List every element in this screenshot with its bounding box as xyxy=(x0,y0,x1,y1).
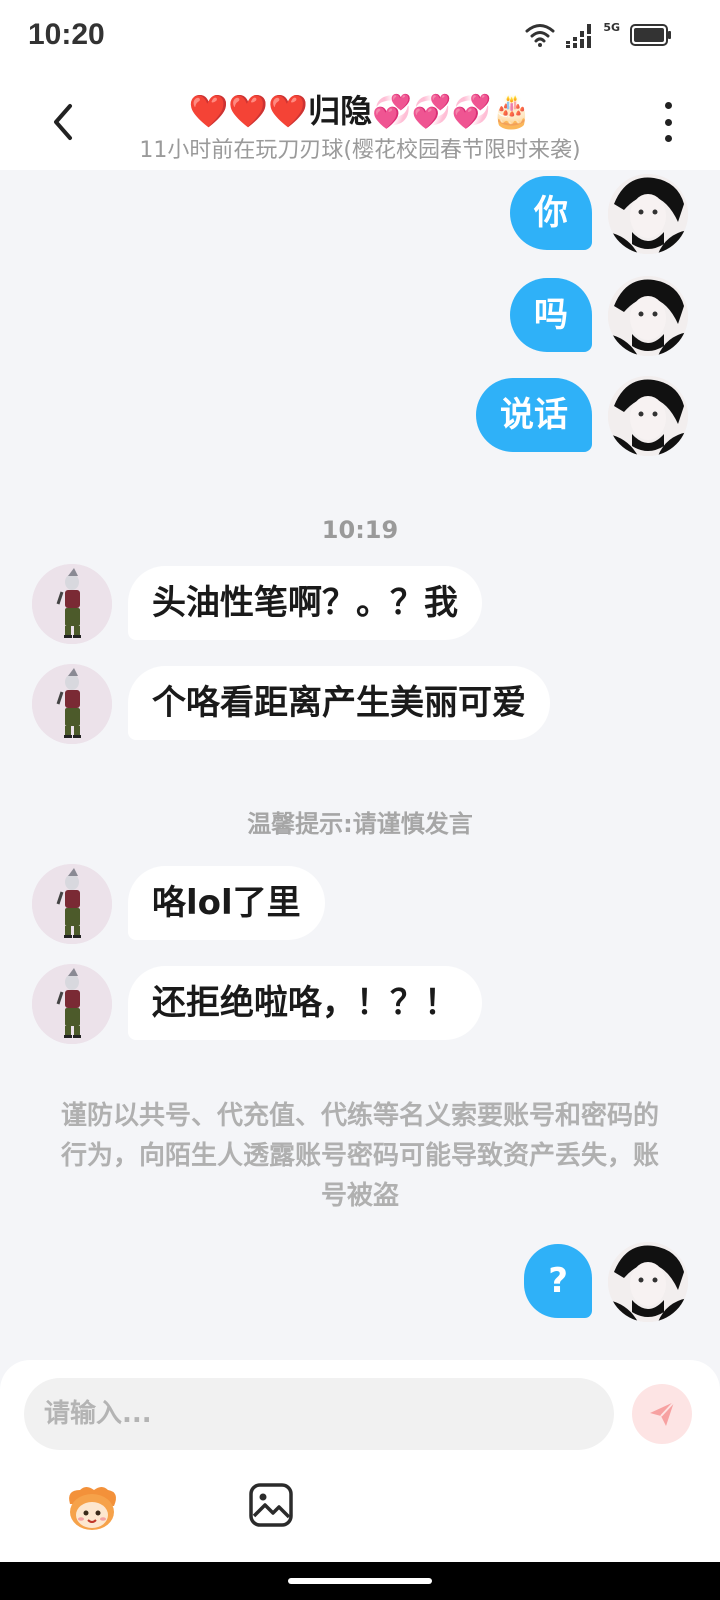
self-avatar[interactable] xyxy=(608,376,688,456)
message-bubble[interactable]: 还拒绝啦咯，！？！ xyxy=(128,966,482,1040)
chat-header: ❤️❤️❤️归隐💞💞💞🎂 11小时前在玩刀刃球(樱花校园春节限时来袭) xyxy=(0,76,720,170)
contact-avatar[interactable] xyxy=(32,664,112,744)
emoji-button[interactable] xyxy=(62,1484,122,1532)
avatar-image xyxy=(608,1242,688,1322)
more-vertical-icon xyxy=(664,102,672,109)
send-icon xyxy=(650,1401,675,1426)
message-bubble[interactable]: 咯lol了里 xyxy=(128,866,325,940)
avatar-image xyxy=(32,664,112,744)
status-icons: 5G xyxy=(525,20,672,48)
contact-avatar[interactable] xyxy=(32,564,112,644)
chat-subtitle: 11小时前在玩刀刃球(樱花校园春节限时来袭) xyxy=(139,138,581,163)
message-row: 个咯看距离产生美丽可爱 xyxy=(0,664,720,744)
message-input[interactable] xyxy=(24,1378,614,1450)
emoji-mascot-icon xyxy=(69,1487,116,1530)
image-icon xyxy=(249,1483,293,1527)
message-row: 吗 xyxy=(0,276,720,356)
self-avatar[interactable] xyxy=(608,1242,688,1322)
avatar-image xyxy=(32,964,112,1044)
security-warning: 谨防以共号、代充值、代练等名义索要账号和密码的行为，向陌生人透露账号密码可能导致… xyxy=(60,1101,659,1211)
message-timestamp: 10:19 xyxy=(321,516,399,544)
network-type-label: 5G xyxy=(603,20,620,34)
message-row: ? xyxy=(0,1242,720,1322)
system-navigation-bar xyxy=(0,1562,720,1600)
wifi-icon xyxy=(525,23,555,47)
message-bubble[interactable]: 个咯看距离产生美丽可爱 xyxy=(128,666,550,740)
home-gesture-handle[interactable] xyxy=(288,1578,432,1584)
battery-icon xyxy=(630,24,672,46)
avatar-image xyxy=(32,864,112,944)
avatar-image xyxy=(608,276,688,356)
avatar-image xyxy=(608,376,688,456)
send-button[interactable] xyxy=(632,1384,692,1444)
input-panel xyxy=(0,1360,720,1562)
message-bubble[interactable]: 头油性笔啊？。？我 xyxy=(128,566,482,640)
message-bubble[interactable]: 你 xyxy=(510,176,592,250)
image-button[interactable] xyxy=(248,1482,294,1528)
contact-avatar[interactable] xyxy=(32,864,112,944)
contact-avatar[interactable] xyxy=(32,964,112,1044)
signal-icon xyxy=(565,22,593,48)
avatar-image xyxy=(32,564,112,644)
message-row: 还拒绝啦咯，！？！ xyxy=(0,964,720,1044)
chat-title: ❤️❤️❤️归隐💞💞💞🎂 xyxy=(188,92,532,130)
message-row: 头油性笔啊？。？我 xyxy=(0,564,720,644)
message-row: 咯lol了里 xyxy=(0,864,720,944)
message-row: 说话 xyxy=(0,376,720,456)
self-avatar[interactable] xyxy=(608,174,688,254)
self-avatar[interactable] xyxy=(608,276,688,356)
more-options-button[interactable] xyxy=(656,102,680,142)
avatar-image xyxy=(608,174,688,254)
message-bubble[interactable]: 说话 xyxy=(476,378,592,452)
status-time: 10:20 xyxy=(28,18,105,51)
message-row: 你 xyxy=(0,174,720,254)
system-tip: 温馨提示:请谨慎发言 xyxy=(247,810,473,838)
status-bar: 10:20 5G xyxy=(0,0,720,76)
message-bubble[interactable]: ? xyxy=(524,1244,592,1318)
message-bubble[interactable]: 吗 xyxy=(510,278,592,352)
